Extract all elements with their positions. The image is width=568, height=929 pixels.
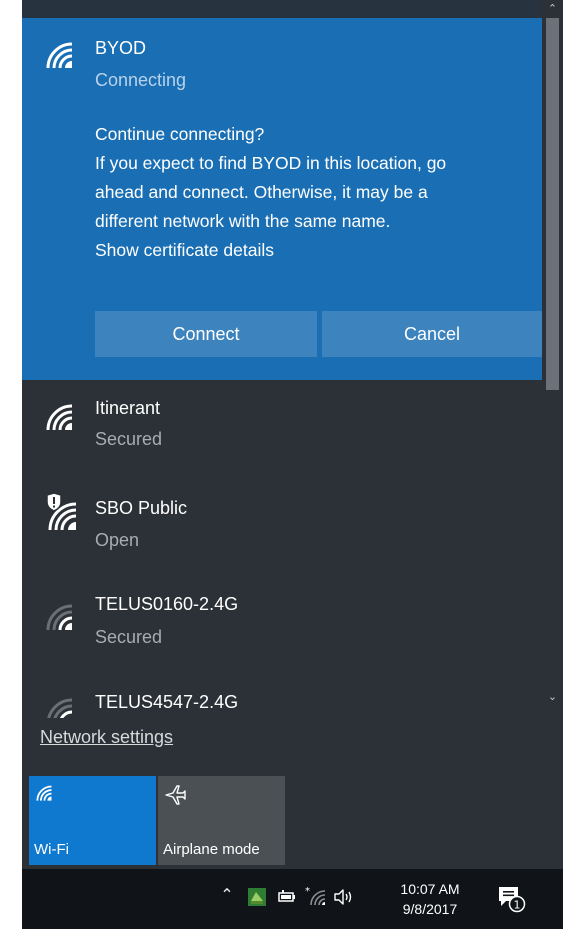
network-name: SBO Public (95, 498, 188, 518)
network-settings-link[interactable]: Network settings (40, 727, 173, 748)
clock-date: 9/8/2017 (402, 901, 458, 917)
taskbar-clock[interactable]: 10:07 AM 9/8/2017 (390, 879, 470, 919)
network-status: Secured (95, 627, 163, 647)
show-hidden-icons-chevron-icon[interactable]: ⌃ (218, 885, 236, 909)
network-item-sbo-public[interactable]: SBO Public Open (22, 478, 542, 574)
selected-network-card[interactable]: BYOD Connecting Continue connecting? If … (22, 18, 542, 380)
battery-power-icon[interactable] (277, 889, 297, 905)
network-status: Secured (95, 429, 163, 449)
airplane-icon (165, 785, 186, 805)
prompt-line: different network with the same name. (95, 211, 391, 231)
network-status: Open (95, 530, 140, 550)
taskbar: ⌃ * 10:07 AM 9/8/2017 1 (22, 869, 563, 929)
prompt-line: ahead and connect. Otherwise, it may be … (95, 182, 428, 202)
scroll-down-arrow-icon[interactable]: ⌄ (542, 688, 563, 706)
network-name: TELUS4547-2.4G (95, 692, 239, 712)
action-center-notification-icon[interactable]: 1 (496, 883, 526, 913)
selected-network-status: Connecting (95, 70, 187, 90)
network-name: Itinerant (95, 398, 161, 418)
flyout-top-strip (22, 0, 563, 18)
network-item-telus0160[interactable]: TELUS0160-2.4G Secured (22, 578, 542, 674)
airplane-mode-quick-action-tile[interactable]: Airplane mode (158, 776, 285, 865)
selected-network-name: BYOD (95, 38, 147, 58)
scroll-up-arrow-icon[interactable]: ⌃ (542, 0, 563, 18)
security-app-icon[interactable] (247, 887, 267, 907)
scroll-thumb[interactable] (546, 18, 559, 390)
window-edge (563, 0, 568, 929)
network-name: TELUS0160-2.4G (95, 594, 239, 614)
notification-count: 1 (514, 899, 521, 912)
network-item-itinerant[interactable]: Itinerant Secured (22, 380, 542, 476)
speaker-volume-icon[interactable] (333, 888, 355, 906)
show-certificate-link[interactable]: Show certificate details (95, 236, 535, 265)
network-list-scrollbar[interactable]: ⌃ ⌄ (542, 0, 563, 718)
svg-text:*: * (305, 886, 310, 897)
wifi-tile-label: Wi-Fi (34, 841, 69, 858)
wifi-full-icon (46, 42, 73, 69)
wifi-weak-icon (47, 698, 73, 718)
prompt-line: If you expect to find BYOD in this locat… (95, 153, 447, 173)
connect-button[interactable]: Connect (95, 311, 317, 357)
wifi-quick-action-tile[interactable]: Wi-Fi (29, 776, 156, 865)
wifi-full-icon (46, 404, 73, 431)
clock-time: 10:07 AM (400, 881, 460, 897)
network-wifi-tray-icon[interactable]: * (305, 886, 327, 906)
network-item-telus4547[interactable]: TELUS4547-2.4G (22, 676, 542, 718)
cancel-button[interactable]: Cancel (322, 311, 542, 357)
connect-prompt: Continue connecting? If you expect to fi… (95, 120, 535, 265)
wifi-icon (36, 785, 52, 801)
prompt-line: Continue connecting? (95, 124, 265, 144)
wifi-weak-icon (46, 604, 73, 631)
wifi-open-shield-icon (46, 492, 77, 531)
network-flyout: BYOD Connecting Continue connecting? If … (22, 0, 563, 869)
airplane-tile-label: Airplane mode (163, 841, 260, 858)
